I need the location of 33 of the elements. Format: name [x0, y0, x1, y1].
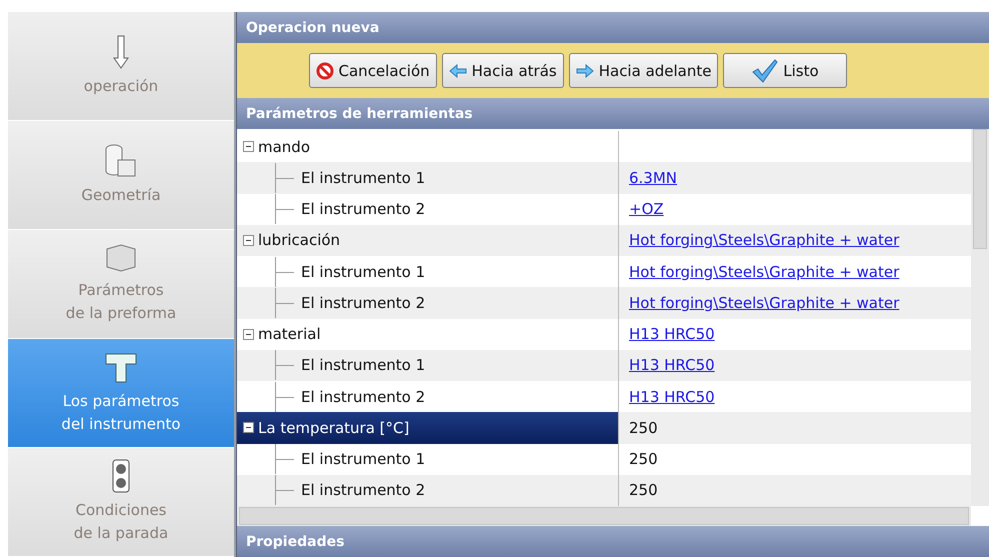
cube-icon — [104, 243, 138, 273]
section-header: Parámetros de herramientas — [237, 98, 989, 129]
value-link[interactable]: +OZ — [629, 200, 664, 218]
right-arrow-icon — [576, 64, 594, 78]
value-link[interactable]: 6.3MN — [629, 168, 678, 187]
value-text: 250 — [629, 450, 658, 468]
collapse-icon[interactable] — [243, 234, 254, 246]
value-text: 250 — [629, 418, 658, 437]
value-link[interactable]: H13 HRC50 — [629, 356, 715, 374]
down-arrow-icon — [113, 34, 129, 68]
value-link[interactable]: H13 HRC50 — [629, 388, 715, 406]
value-link[interactable]: Hot forging\Steels\Graphite + water — [629, 231, 900, 250]
collapse-icon[interactable] — [243, 422, 254, 434]
value-link[interactable]: Hot forging\Steels\Graphite + water — [629, 294, 900, 312]
traffic-light-icon — [110, 459, 132, 493]
check-icon — [752, 58, 778, 82]
tree-node[interactable]: La temperatura [°C] — [237, 412, 619, 444]
collapse-icon[interactable] — [243, 328, 254, 340]
toolbar-button[interactable]: Hacia adelante — [568, 53, 718, 88]
collapse-icon[interactable] — [243, 141, 254, 152]
panel-title: Operacion nueva — [237, 12, 989, 43]
cancel-icon — [316, 62, 334, 80]
value-link[interactable]: Hot forging\Steels\Graphite + water — [629, 262, 900, 281]
value-link[interactable]: H13 HRC50 — [629, 325, 715, 344]
left-arrow-icon — [448, 64, 467, 78]
vertical-scrollbar[interactable] — [971, 129, 989, 506]
horizontal-scrollbar[interactable] — [237, 506, 971, 526]
section-header: Propiedades — [237, 526, 989, 557]
toolbar-button[interactable]: Listo — [723, 53, 848, 88]
toolbar-button[interactable]: Cancelación — [308, 53, 437, 88]
value-text: 250 — [629, 481, 658, 500]
toolbar-button[interactable]: Hacia atrás — [442, 53, 564, 88]
shapes-icon — [104, 144, 138, 178]
